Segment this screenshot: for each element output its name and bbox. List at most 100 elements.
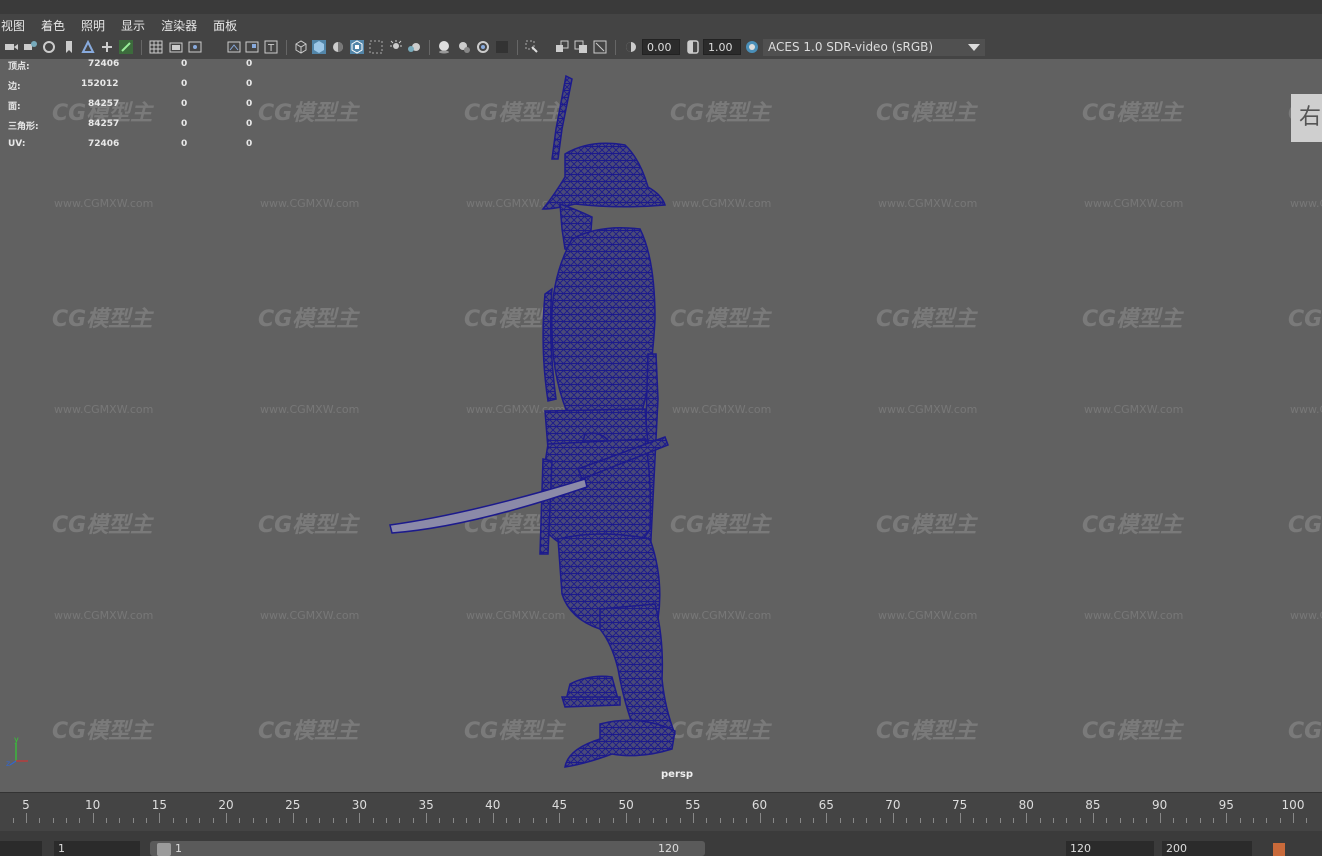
timeline-tick bbox=[372, 818, 374, 823]
resolution-gate-icon[interactable] bbox=[119, 40, 133, 54]
film-gate-icon[interactable] bbox=[100, 40, 114, 54]
depth-of-field-icon[interactable] bbox=[476, 40, 490, 54]
timeline-tick bbox=[879, 818, 881, 823]
menu-lighting[interactable]: 照明 bbox=[81, 17, 105, 34]
default-material-icon[interactable] bbox=[331, 40, 345, 54]
timeline-tick bbox=[452, 818, 454, 823]
axis-gizmo-icon: y z bbox=[6, 735, 28, 767]
smooth-shade-icon[interactable] bbox=[312, 40, 326, 54]
range-slider[interactable]: 1 120 bbox=[150, 841, 705, 856]
timeline-tick bbox=[839, 818, 841, 823]
hud-label: 面: bbox=[8, 102, 21, 112]
timeline-tick bbox=[546, 818, 548, 823]
range-slider-handle[interactable] bbox=[157, 843, 171, 856]
title-strip bbox=[0, 0, 1322, 14]
timeline-tick bbox=[986, 818, 988, 823]
timeline-tick bbox=[972, 818, 974, 823]
toolbar-separator bbox=[517, 40, 518, 55]
hud-selected: 0 bbox=[181, 99, 188, 109]
toolbar-separator bbox=[286, 40, 287, 55]
hud-total: 72406 bbox=[88, 59, 120, 69]
color-space-dropdown[interactable]: ACES 1.0 SDR-video (sRGB) bbox=[763, 39, 985, 56]
timeline-tick bbox=[812, 818, 814, 823]
axis-y-label: y bbox=[14, 735, 19, 744]
timeline-tick bbox=[506, 818, 508, 823]
start-time-field[interactable] bbox=[0, 841, 42, 856]
timeline-tick-label: 75 bbox=[951, 798, 968, 812]
frame-icon[interactable] bbox=[593, 40, 607, 54]
timeline-tick-label: 45 bbox=[551, 798, 568, 812]
isolate-select-icon[interactable] bbox=[495, 40, 509, 54]
menu-renderer[interactable]: 渲染器 bbox=[161, 17, 197, 34]
timeline-tick bbox=[79, 818, 81, 823]
timeline-tick bbox=[652, 818, 654, 823]
timeline-tick bbox=[279, 818, 281, 823]
timeline-tick bbox=[1146, 818, 1148, 823]
timeline-tick bbox=[679, 818, 681, 823]
menu-show[interactable]: 显示 bbox=[121, 17, 145, 34]
timeline-tick bbox=[346, 818, 348, 823]
view-cube[interactable]: 右 bbox=[1291, 94, 1322, 142]
timeline-tick bbox=[186, 818, 188, 823]
field-chart-alt-icon[interactable] bbox=[245, 40, 259, 54]
menu-shading[interactable]: 着色 bbox=[41, 17, 65, 34]
timeline-tick bbox=[1132, 818, 1134, 823]
timeline-tick bbox=[92, 813, 94, 823]
key-icon[interactable] bbox=[1272, 842, 1286, 856]
timeline-tick-label: 70 bbox=[885, 798, 901, 812]
samurai-wireframe-model bbox=[389, 74, 677, 768]
use-lights-icon[interactable] bbox=[369, 40, 383, 54]
bookmark-icon[interactable] bbox=[42, 40, 56, 54]
textured-icon[interactable] bbox=[350, 40, 364, 54]
timeline-tick bbox=[959, 813, 961, 823]
image-plane-icon[interactable] bbox=[62, 40, 76, 54]
gamma-field[interactable]: 1.00 bbox=[703, 39, 741, 55]
time-slider[interactable]: 5 10 15 20 25 30 35 40 45 50 55 60 65 70 75 80 85 90 95 100 bbox=[0, 792, 1322, 831]
safe-action-icon[interactable] bbox=[188, 40, 202, 54]
animation-end-field[interactable]: 200 bbox=[1162, 841, 1252, 856]
timeline-tick bbox=[106, 818, 108, 823]
camera-select-icon[interactable] bbox=[4, 40, 18, 54]
anti-aliasing-icon[interactable] bbox=[457, 40, 471, 54]
timeline-tick bbox=[919, 818, 921, 823]
timeline-tick-label: 15 bbox=[151, 798, 167, 812]
timeline-tick-label: 90 bbox=[1151, 798, 1168, 812]
timeline-tick bbox=[852, 818, 854, 823]
exposure-icon[interactable] bbox=[624, 40, 638, 54]
gate-mask-icon[interactable] bbox=[149, 40, 163, 54]
perspective-viewport[interactable]: CG模型主 www.CGMXW.com CG模型主 www.CGMXW.com CG模型… bbox=[0, 59, 1322, 792]
timeline-tick-label: 100 bbox=[1281, 798, 1305, 812]
timeline-tick bbox=[306, 818, 308, 823]
timeline-tick bbox=[1306, 818, 1308, 823]
gamma-icon[interactable] bbox=[686, 40, 700, 54]
timeline-tick bbox=[519, 818, 521, 823]
hud-text-icon[interactable]: T bbox=[264, 40, 278, 54]
ambient-occlusion-icon[interactable] bbox=[407, 40, 421, 54]
timeline-tick bbox=[412, 818, 414, 823]
shadows-icon[interactable] bbox=[389, 40, 403, 54]
timeline-tick bbox=[439, 818, 441, 823]
color-management-icon[interactable] bbox=[745, 40, 759, 54]
playback-end-field[interactable]: 120 bbox=[1066, 841, 1154, 856]
grid-icon[interactable] bbox=[81, 40, 95, 54]
safe-title-icon[interactable] bbox=[227, 40, 241, 54]
backface-cull-icon[interactable] bbox=[574, 40, 588, 54]
xray-joints-icon[interactable] bbox=[555, 40, 569, 54]
menu-panels[interactable]: 面板 bbox=[213, 17, 237, 34]
motion-blur-icon[interactable] bbox=[437, 40, 451, 54]
timeline-tick bbox=[759, 813, 761, 823]
camera-attributes-icon[interactable] bbox=[23, 40, 37, 54]
field-chart-icon[interactable] bbox=[169, 40, 183, 54]
xray-icon[interactable] bbox=[525, 40, 539, 54]
timeline-tick bbox=[772, 818, 774, 823]
hud-region: 0 bbox=[246, 119, 253, 129]
menu-view[interactable]: 视图 bbox=[1, 17, 25, 34]
playback-start-field[interactable]: 1 bbox=[54, 841, 140, 856]
timeline-tick bbox=[999, 818, 1001, 823]
hud-total: 84257 bbox=[88, 119, 120, 129]
timeline-tick bbox=[39, 818, 41, 823]
panel-menu-bar: 视图 着色 照明 显示 渲染器 面板 bbox=[0, 14, 1322, 36]
wireframe-icon[interactable] bbox=[294, 40, 308, 54]
exposure-field[interactable]: 0.00 bbox=[642, 39, 680, 55]
timeline-tick bbox=[1239, 818, 1241, 823]
